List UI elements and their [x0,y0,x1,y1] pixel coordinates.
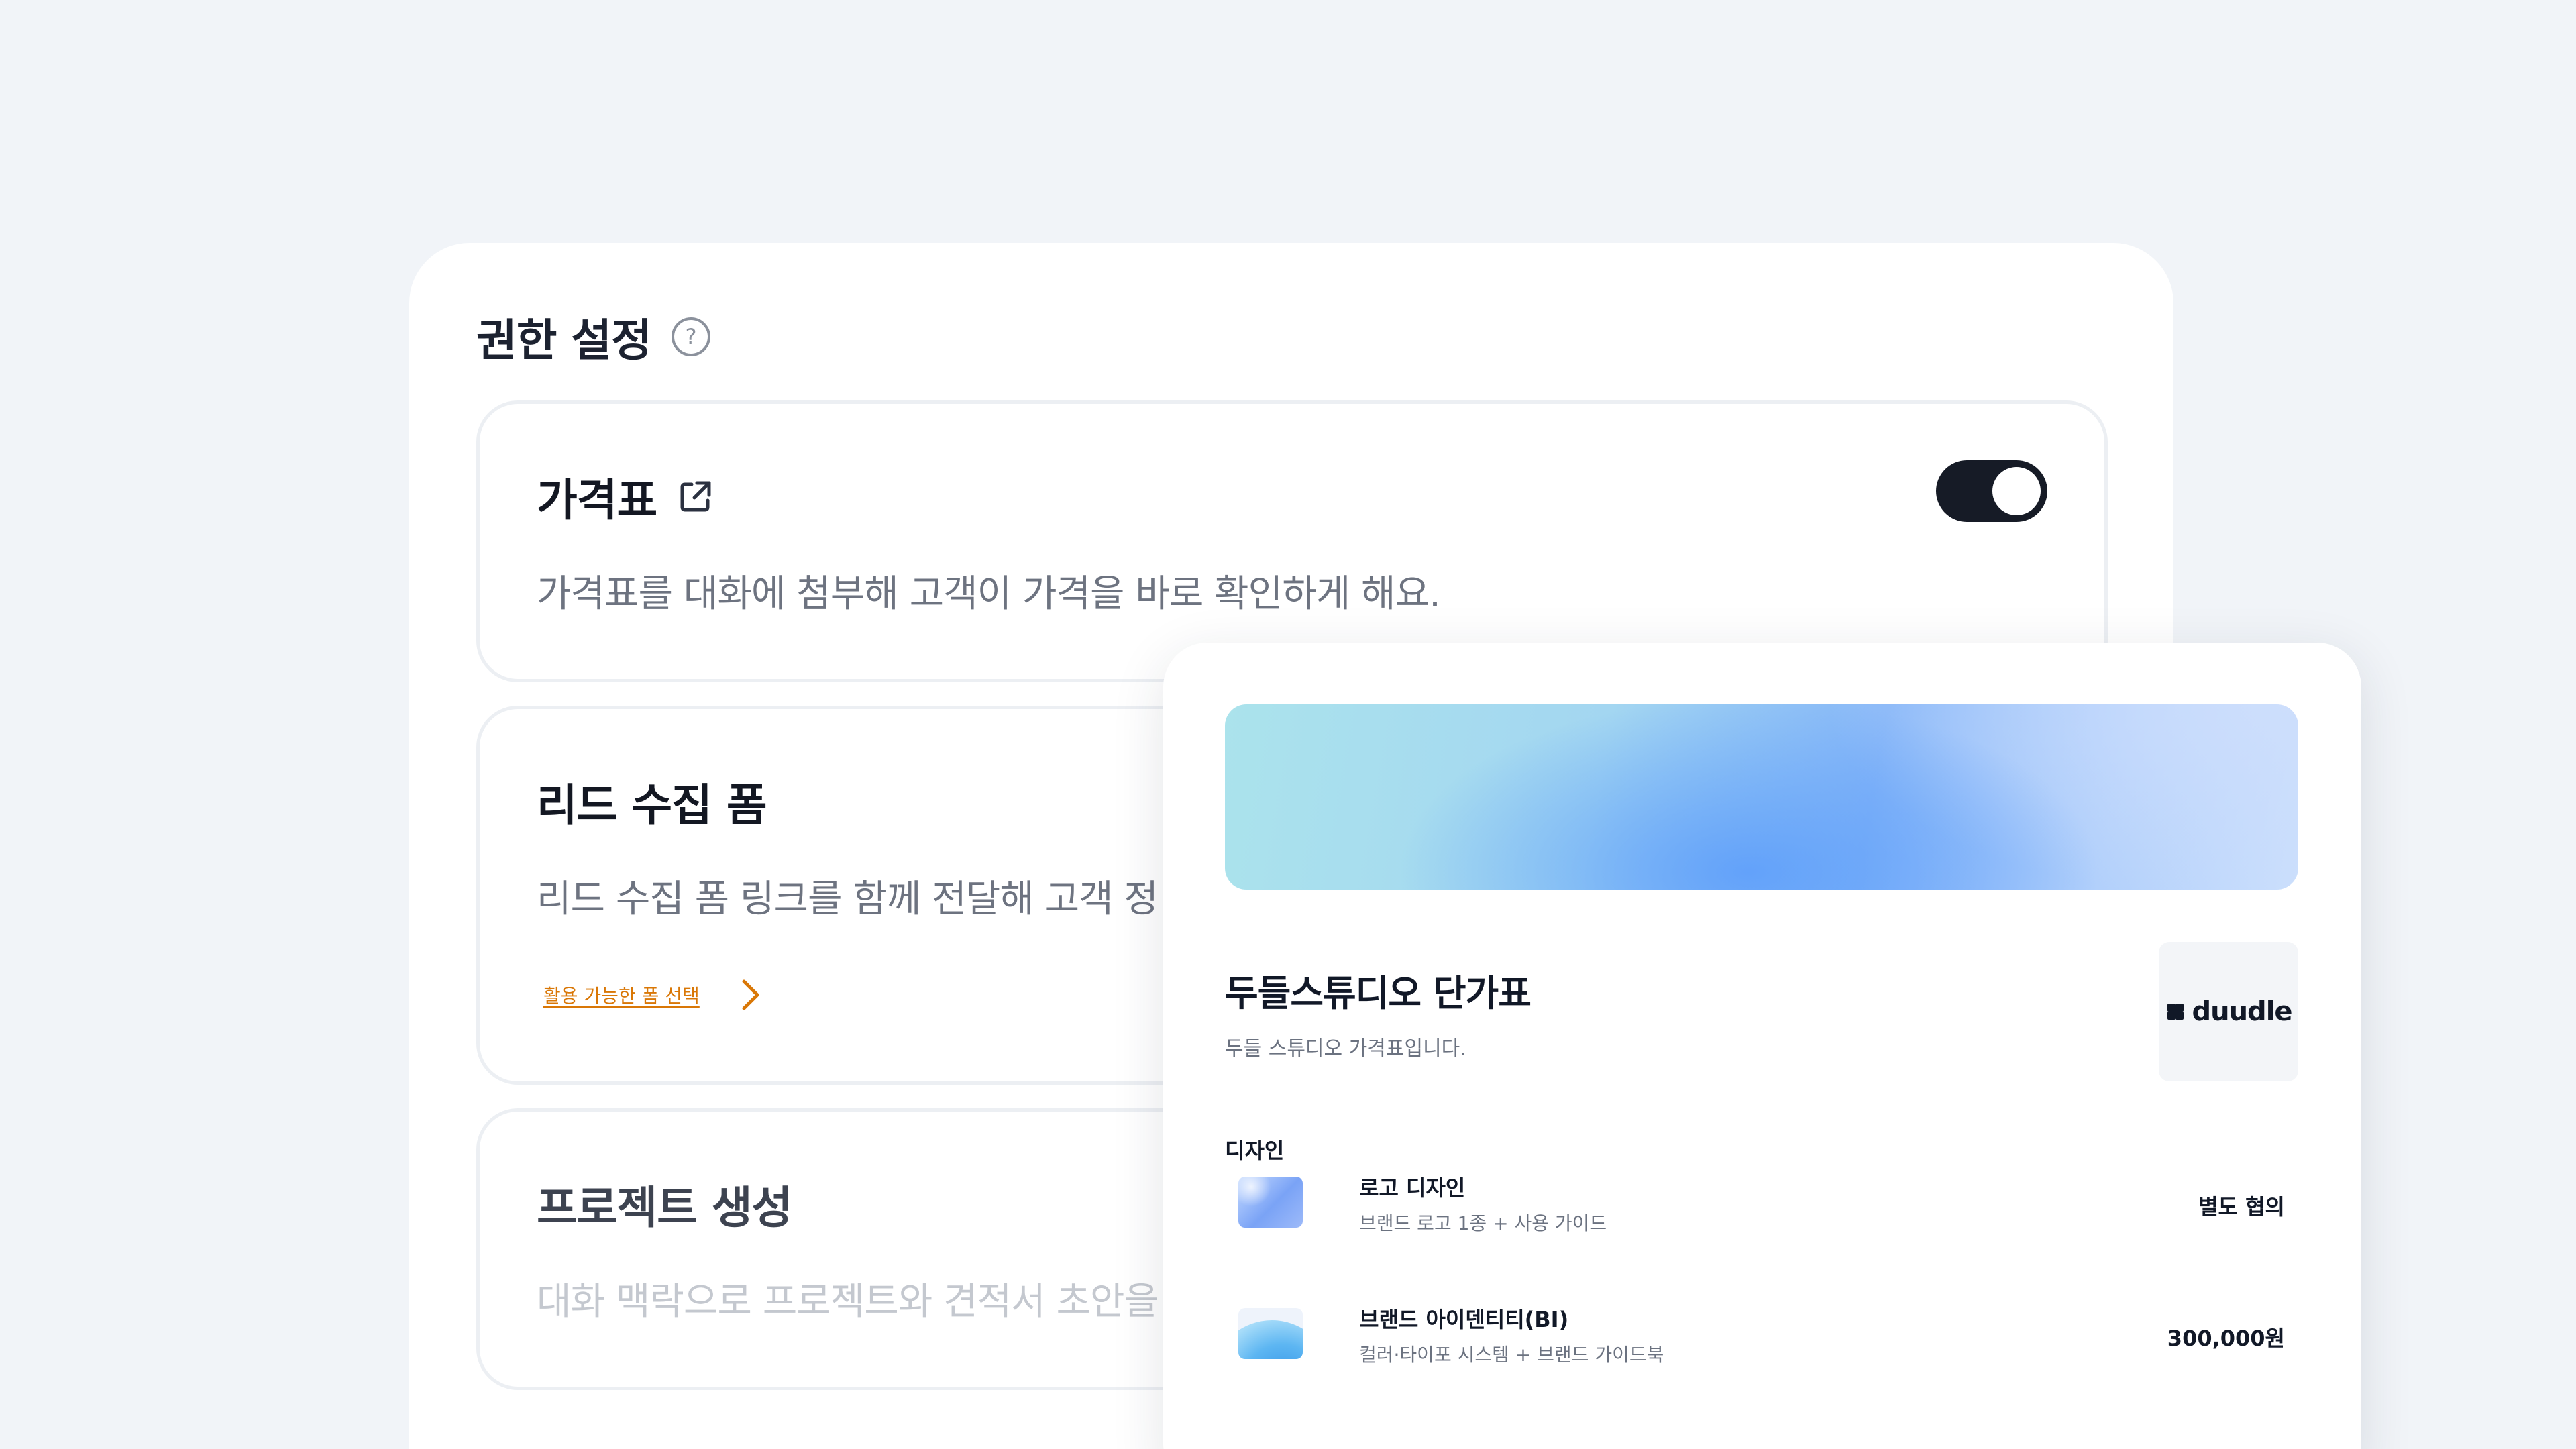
brand-mark-icon [2167,1004,2184,1020]
item-price: 300,000원 [2167,1326,2285,1351]
item-thumbnail [1238,1308,1303,1359]
card-title-row: 가격표 [537,464,714,529]
price-item-row[interactable]: 로고 디자인 브랜드 로고 1종 + 사용 가이드 별도 협의 [1225,1162,2285,1242]
select-form-link-row[interactable]: 활용 가능한 폼 선택 [543,977,764,1012]
svg-text:?: ? [685,324,696,350]
item-name: 브랜드 아이덴티티(BI) [1359,1307,1569,1332]
category-label: 디자인 [1225,1138,1285,1163]
price-list-toggle[interactable] [1936,460,2047,522]
item-description: 브랜드 로고 1종 + 사용 가이드 [1359,1212,1607,1234]
price-list-title: 가격표 [537,474,657,526]
price-list-subtitle: 두들 스튜디오 가격표입니다. [1225,1037,1466,1061]
price-list-name: 두들스튜디오 단가표 [1225,972,1532,1014]
panel-heading: 권한 설정 ? [476,305,712,369]
project-creation-description: 대화 맥락으로 프로젝트와 견적서 초안을 [537,1280,1159,1324]
item-thumbnail [1238,1177,1303,1228]
external-link-icon[interactable] [677,478,714,515]
brand-logo: duudle [2159,942,2298,1081]
item-description: 컬러·타이포 시스템 + 브랜드 가이드북 [1359,1344,1664,1366]
price-item-row[interactable]: 브랜드 아이덴티티(BI) 컬러·타이포 시스템 + 브랜드 가이드북 300,… [1225,1293,2285,1374]
item-name: 로고 디자인 [1359,1175,1466,1201]
price-list-preview-card: 두들스튜디오 단가표 두들 스튜디오 가격표입니다. duudle 디자인 로고… [1163,643,2361,1449]
item-price: 별도 협의 [2198,1194,2285,1220]
select-form-link[interactable]: 활용 가능한 폼 선택 [543,981,700,1008]
chevron-right-icon[interactable] [737,977,764,1012]
panel-title: 권한 설정 [476,315,652,366]
price-list-description: 가격표를 대화에 첨부해 고객이 가격을 바로 확인하게 해요. [537,572,1441,616]
lead-form-description: 리드 수집 폼 링크를 함께 전달해 고객 정 [537,877,1159,921]
lead-form-title: 리드 수집 폼 [537,780,767,831]
card-title-row: 프로젝트 생성 [537,1172,792,1236]
card-title-row: 리드 수집 폼 [537,769,767,834]
toggle-knob [1992,467,2041,515]
project-creation-title: 프로젝트 생성 [537,1182,792,1234]
thumbnail-arc [1238,1320,1303,1359]
price-list-setting-card: 가격표 가격표를 대화에 첨부해 고객이 가격을 바로 확인하게 해요. [476,400,2108,682]
cover-banner [1225,704,2298,890]
brand-name: duudle [2192,996,2292,1027]
help-icon[interactable]: ? [670,316,712,358]
